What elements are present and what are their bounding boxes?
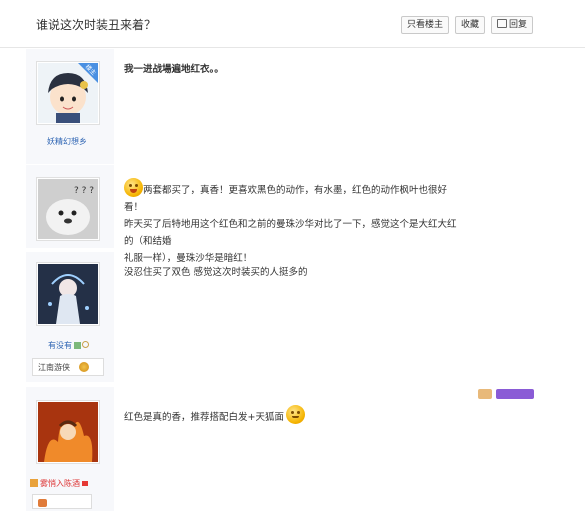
post-content: 没忍住买了双色 感觉这次时装买的人挺多的 [124,264,454,281]
flame-character-avatar-image [38,402,98,462]
username-text: 雾悄入陈酒 [40,479,80,488]
avatar[interactable] [36,262,100,326]
seal-avatar-image: ? ? ? [38,179,98,239]
post-text-line: 红色是真的香，推荐搭配白发+天狐面 [124,405,454,426]
sect-badge: 江南游侠 [32,358,104,376]
post-content: 我一进战場遍地红衣。。 [124,61,454,78]
post-text: 红色是真的香，推荐搭配白发+天狐面 [124,412,284,423]
post-text-line: 没忍住买了双色 感觉这次时装买的人挺多的 [124,267,308,278]
thread-title: 谁说这次时装丑来着？ [36,18,157,32]
post-text-line-2: 昨天买了后特地用这个红色和之前的曼珠沙华对比了一下，感觉这个是大红大红的（和结婚 [124,219,457,247]
sect-emblem-icon [38,499,47,507]
post-4: 雾悄入陈酒 红色是真的香，推荐搭配白发+天狐面 [0,387,585,511]
crown-icon [82,481,88,486]
search-icon [82,341,89,348]
character-avatar-image [38,264,98,324]
thread-header: 谁说这次时装丑来着？ 只看楼主 收藏 回复 [0,0,585,48]
gift-icon [478,389,492,399]
post-1: 楼主 妖精幻想乡 我一进战場遍地红衣。。 [0,49,585,164]
post-content: 红色是真的香，推荐搭配白发+天狐面 [124,405,454,426]
comment-icon [497,19,507,28]
post-2: ? ? ? 两套都买了，真香！更喜欢黑色的动作，有水墨，红色的动作枫叶也很好看！… [0,165,585,264]
author-sidebar: 楼主 妖精幻想乡 [26,49,114,164]
post-text-line-1: 两套都买了，真香！更喜欢黑色的动作，有水墨，红色的动作枫叶也很好看！ [124,185,448,213]
vip-icon [74,342,81,349]
post-actions-icons[interactable] [478,389,536,399]
grin-emoji-icon [124,178,143,197]
username-link[interactable]: 有没有 [48,340,89,351]
reply-button-label: 回复 [509,20,528,30]
sect-badge [32,494,92,509]
only-op-button[interactable]: 只看楼主 [401,16,450,34]
author-sidebar: ? ? ? [26,165,114,248]
avatar[interactable]: ? ? ? [36,177,100,241]
favorite-button[interactable]: 收藏 [455,16,486,34]
post-3: 有没有 江南游侠 没忍住买了双色 感觉这次时装买的人挺多的 [0,252,585,382]
username-link[interactable]: 雾悄入陈酒 [30,478,88,489]
author-sidebar: 有没有 江南游侠 [26,252,114,382]
avatar[interactable] [36,400,100,464]
sect-name: 江南游侠 [38,363,70,372]
sect-emblem-icon [78,362,89,372]
username-link[interactable]: 妖精幻想乡 [47,136,87,147]
vip-tag-icon [496,389,534,399]
post-text-line: 两套都买了，真香！更喜欢黑色的动作，有水墨，红色的动作枫叶也很好看！ [124,178,464,216]
svg-text:? ? ?: ? ? ? [74,186,94,196]
flower-icon [30,479,38,487]
post-text-line: 我一进战場遍地红衣。。 [124,64,224,75]
reply-button[interactable]: 回复 [491,16,534,34]
smile-emoji-icon [285,405,305,424]
author-sidebar: 雾悄入陈酒 [26,387,114,511]
username-text: 有没有 [48,341,72,350]
avatar[interactable]: 楼主 [36,61,100,125]
